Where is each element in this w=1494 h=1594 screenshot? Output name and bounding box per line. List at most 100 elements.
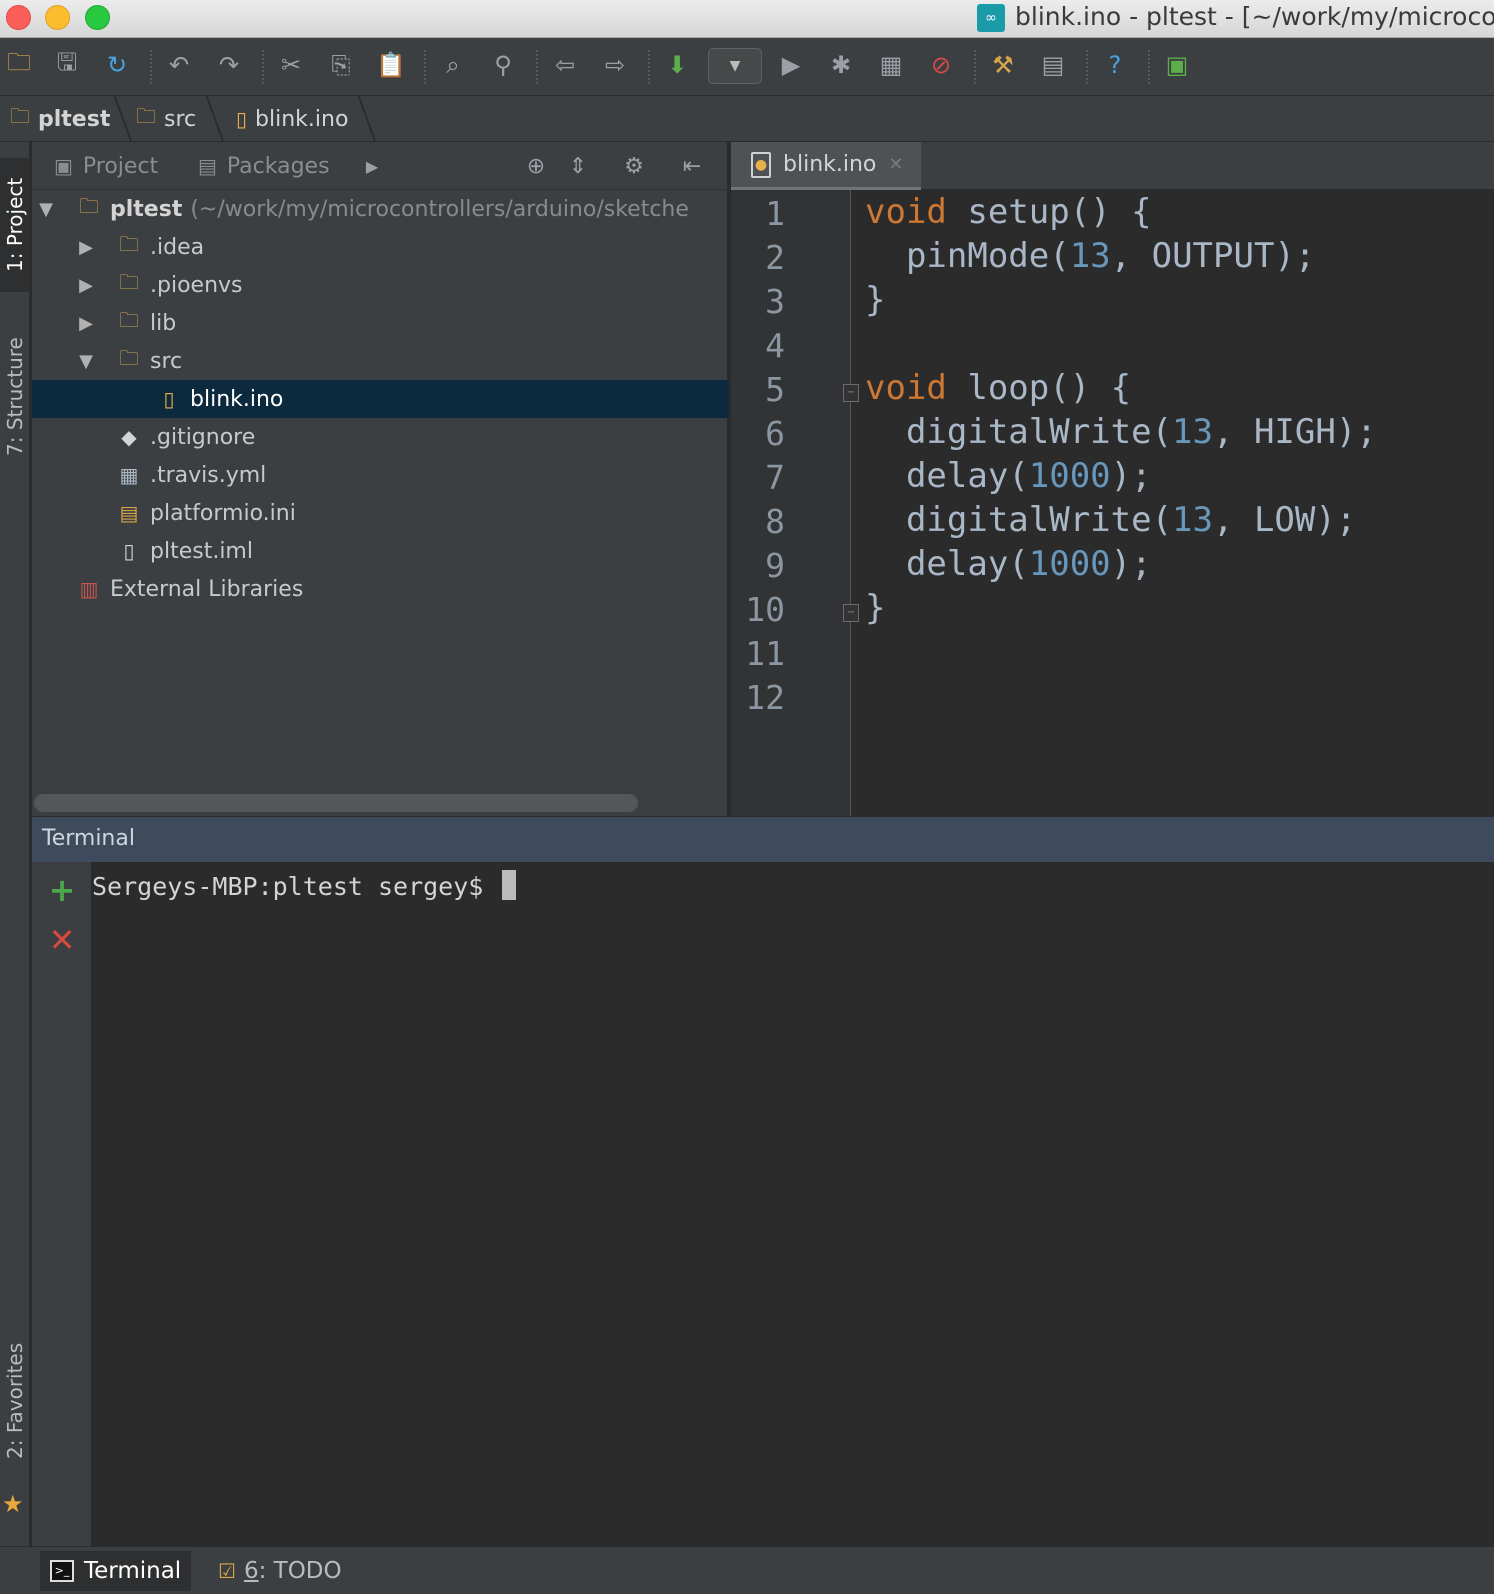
code-text: delay( [865,456,1029,496]
tree-item-label: .pioenvs [150,272,243,298]
project-panel: ▣ Project ▤ Packages ▶ ⊕ ⇕ ⚙ ⇤ ▼ 🗀 pltes… [32,142,729,816]
tree-item-pioenvs[interactable]: ▶ 🗀 .pioenvs [32,266,729,304]
editor-tab-bar: ● blink.ino ✕ [731,142,1494,190]
code-line-10: } [865,586,885,630]
tab-todo[interactable]: ☑ 6: TODO [208,1551,352,1591]
collapsed-arrow-icon[interactable]: ▶ [76,313,96,334]
tab-project-view[interactable]: ▣ Project [54,148,158,184]
tab-packages-view[interactable]: ▤ Packages [198,148,330,184]
tree-item-travis-yml[interactable]: ▦ .travis.yml [32,456,729,494]
terminal-title: Terminal [42,826,135,851]
copy-icon[interactable]: ⎘ [324,48,358,82]
tree-item-pltest-iml[interactable]: ▯ pltest.iml [32,532,729,570]
run-configuration-dropdown[interactable]: ▼ [708,48,762,84]
platformio-icon[interactable]: ▣ [1160,48,1194,82]
toolbar-separator [974,50,976,84]
expanded-arrow-icon[interactable]: ▼ [36,199,56,220]
line-number: 6 [765,414,785,453]
line-number: 1 [765,194,785,233]
new-session-plus-icon[interactable]: + [46,871,78,909]
collapse-all-icon[interactable]: ⇕ [562,150,594,182]
tab-favorites[interactable]: 2: Favorites [0,1332,30,1470]
tree-item-lib[interactable]: ▶ 🗀 lib [32,304,729,342]
expanded-arrow-icon[interactable]: ▼ [76,351,96,372]
folder-icon: 🗀 [119,308,139,332]
terminal-header: Terminal [32,816,1494,862]
tree-item-external-libraries[interactable]: ▥ External Libraries [32,570,729,608]
code-line-7: delay(1000); [865,454,1152,498]
horizontal-scrollbar[interactable] [34,794,638,812]
code-number: 1000 [1028,544,1111,584]
tab-label: Packages [226,153,330,179]
replace-icon[interactable]: ⚲ [486,48,520,82]
paste-icon[interactable]: 📋 [374,48,408,82]
tree-item-idea[interactable]: ▶ 🗀 .idea [32,228,729,266]
collapsed-arrow-icon[interactable]: ▶ [76,275,96,296]
code-line-8: digitalWrite(13, LOW); [865,498,1356,542]
toolbar-separator [648,50,650,84]
tree-item-blink-ino[interactable]: ▯ blink.ino [32,380,729,418]
cut-icon[interactable]: ✂ [274,48,308,82]
breadcrumb-item-blink[interactable]: ▯ blink.ino [236,104,348,134]
code-area[interactable]: void setup() { pinMode(13, OUTPUT); } vo… [865,190,1494,816]
save-icon[interactable]: 🖫 [50,48,84,82]
todo-icon: ☑ [218,1559,236,1583]
toolbar-separator [1148,50,1150,84]
tab-structure[interactable]: 7: Structure [0,332,30,462]
close-session-icon[interactable]: ✕ [46,921,78,959]
undo-icon[interactable]: ↶ [162,48,196,82]
gear-icon[interactable]: ⚙ [618,150,650,182]
code-text: digitalWrite( [865,412,1173,452]
breadcrumb-label: src [164,106,197,132]
breadcrumb-item-src[interactable]: 🗀 src [136,104,196,134]
tab-terminal[interactable]: >_ Terminal [40,1551,192,1591]
coverage-icon[interactable]: ▦ [874,48,908,82]
terminal-output[interactable]: Sergeys-MBP:pltest sergey$ [92,862,1494,1546]
breadcrumb-separator [191,96,225,142]
more-tabs-icon[interactable]: ▶ [356,150,388,182]
tree-item-pltest[interactable]: ▼ 🗀 pltest (~/work/my/microcontrollers/ar… [32,190,729,228]
locate-file-icon[interactable]: ⊕ [520,150,552,182]
back-icon[interactable]: ⇦ [548,48,582,82]
forward-icon[interactable]: ⇨ [598,48,632,82]
project-structure-icon[interactable]: ▤ [1036,48,1070,82]
code-keyword: void [865,192,947,232]
code-number: 13 [1069,236,1111,276]
code-text: loop() { [946,368,1132,408]
redo-icon[interactable]: ↷ [212,48,246,82]
line-number: 2 [765,238,785,277]
stop-icon[interactable]: ⊘ [924,48,958,82]
minimize-window-button[interactable] [45,5,70,30]
arduino-file-icon: ▯ [163,387,175,411]
tab-blink-ino[interactable]: ● blink.ino ✕ [731,142,921,190]
breadcrumb-label: pltest [38,106,111,132]
find-icon[interactable]: ⌕ [436,48,470,82]
build-icon[interactable]: ⬇ [660,48,694,82]
toolbar-separator [424,50,426,84]
help-icon[interactable]: ? [1098,48,1132,82]
tree-item-platformio-ini[interactable]: ▤ platformio.ini [32,494,729,532]
tree-item-label: platformio.ini [150,500,296,526]
hide-panel-icon[interactable]: ⇤ [676,150,708,182]
tab-label: Terminal [84,1558,182,1584]
fold-marker-icon[interactable]: − [843,604,859,622]
tab-project[interactable]: 1: Project [0,158,30,292]
breadcrumb-item-pltest[interactable]: 🗀 pltest [10,104,110,134]
code-line-5: void loop() { [865,366,1131,410]
debug-icon[interactable]: ✱ [824,48,858,82]
packages-icon: ▤ [198,154,217,178]
close-window-button[interactable] [6,5,31,30]
maximize-window-button[interactable] [85,5,110,30]
sync-icon[interactable]: ↻ [100,48,134,82]
fold-marker-icon[interactable]: − [843,384,859,402]
open-folder-icon[interactable]: 🗀 [2,48,36,82]
terminal-cursor [502,870,517,900]
run-icon[interactable]: ▶ [774,48,808,82]
project-panel-header: ▣ Project ▤ Packages ▶ ⊕ ⇕ ⚙ ⇤ [32,142,729,190]
close-tab-icon[interactable]: ✕ [888,154,903,175]
tree-item-gitignore[interactable]: ◆ .gitignore [32,418,729,456]
tree-item-src[interactable]: ▼ 🗀 src [32,342,729,380]
line-number: 5 [765,370,785,409]
collapsed-arrow-icon[interactable]: ▶ [76,237,96,258]
settings-wrench-icon[interactable]: ⚒ [986,48,1020,82]
